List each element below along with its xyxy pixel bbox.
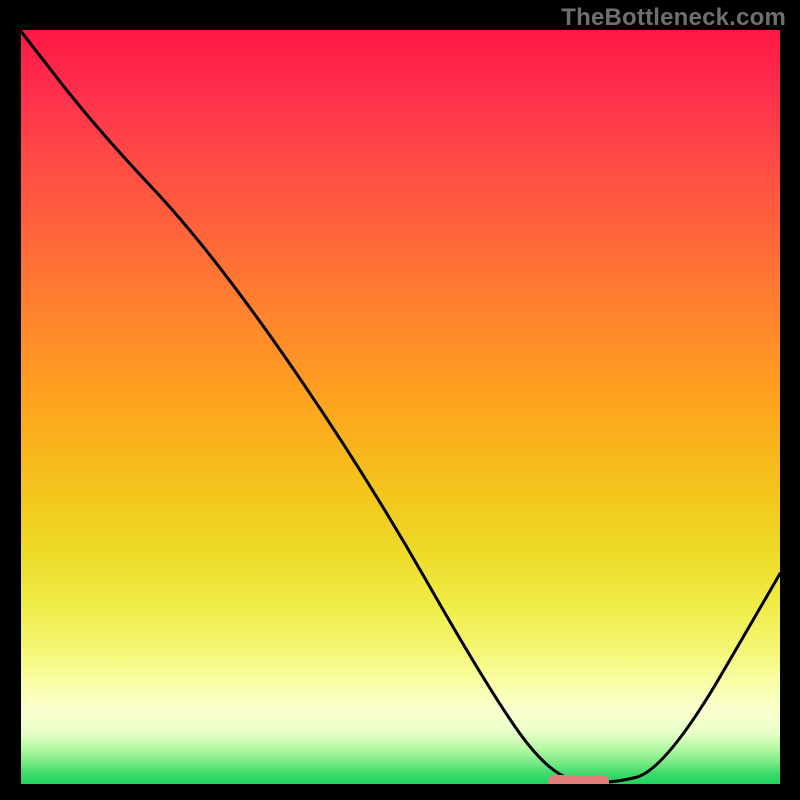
x-axis-line	[18, 784, 782, 787]
y-axis-line	[18, 28, 21, 788]
bottleneck-curve	[20, 30, 780, 785]
plot-area	[20, 30, 780, 785]
chart-frame: TheBottleneck.com	[0, 0, 800, 800]
watermark-text: TheBottleneck.com	[561, 4, 786, 32]
